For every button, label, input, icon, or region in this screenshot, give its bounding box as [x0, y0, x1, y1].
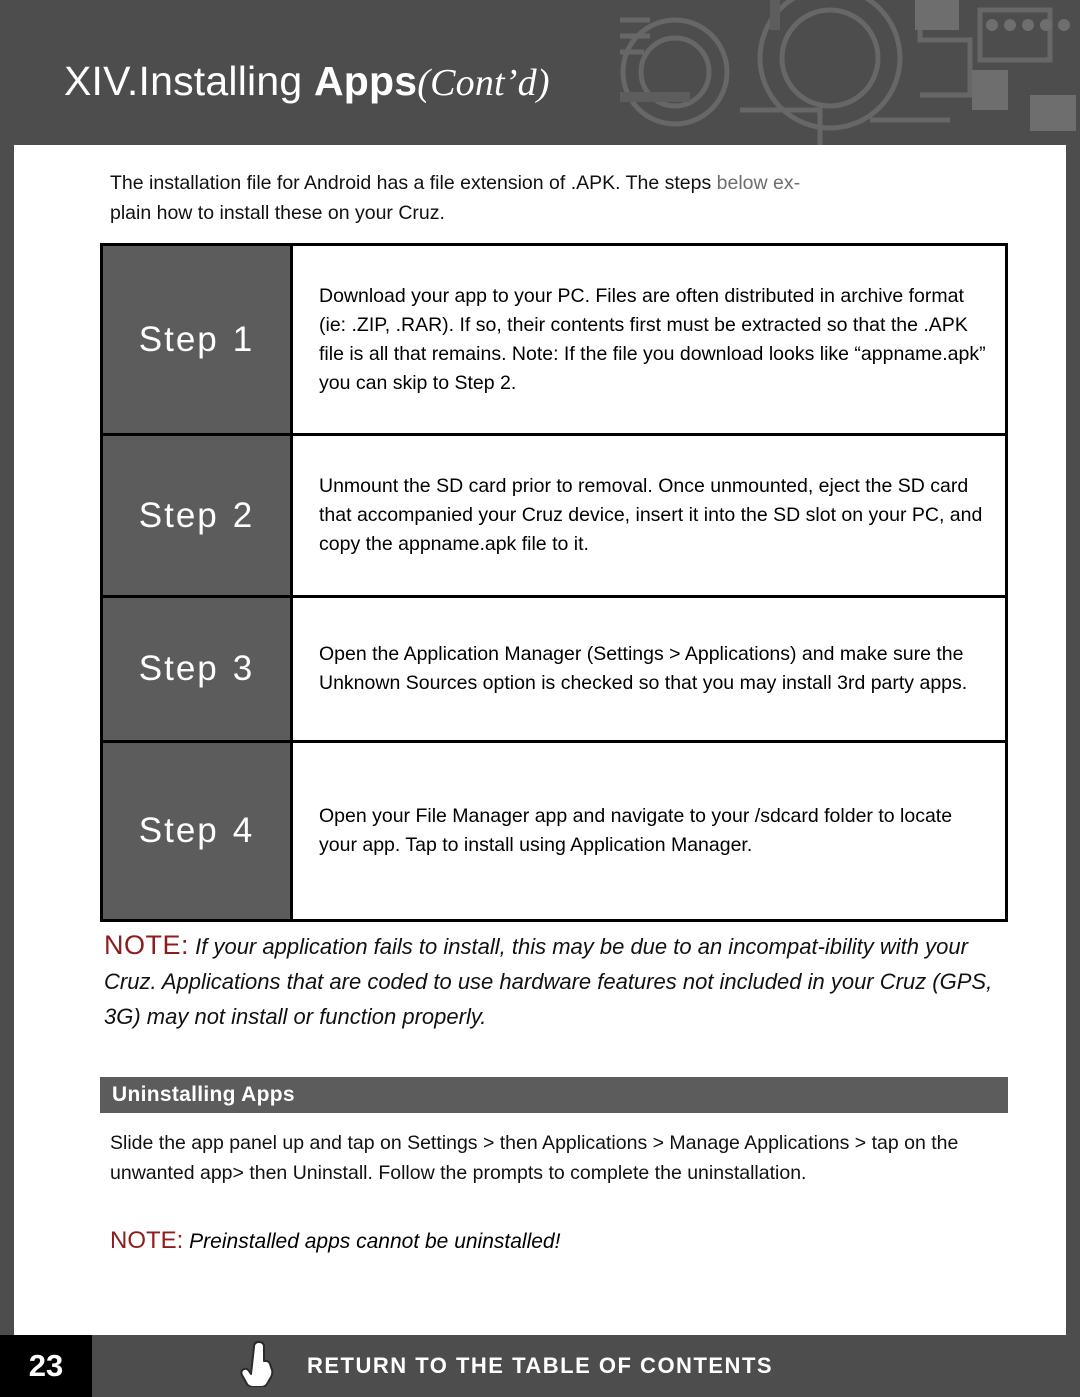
- step-text-4: Open your File Manager app and navigate …: [319, 805, 953, 856]
- return-to-contents-link[interactable]: RETURN TO THE TABLE OF CONTENTS: [0, 1335, 1080, 1397]
- note2-text: Preinstalled apps cannot be uninstalled!: [183, 1230, 561, 1253]
- step-number-3: 3: [232, 649, 255, 688]
- table-row: Step 4 Open your File Manager app and na…: [103, 743, 1005, 919]
- step-text-2: Unmount the SD card prior to removal. On…: [319, 475, 983, 555]
- note2-label: NOTE:: [110, 1227, 184, 1254]
- page-number-label: 23: [28, 1348, 64, 1383]
- page-title: XIV.Installing Apps(Cont’d): [64, 58, 550, 105]
- intro-text-1: The installation file for Android has a …: [110, 172, 717, 194]
- note-text: If your application fails to install, th…: [104, 934, 993, 1029]
- title-main: Installing: [138, 58, 314, 104]
- table-row: Step 1 Download your app to your PC. Fil…: [103, 246, 1005, 436]
- title-italic: (Cont’d): [417, 62, 550, 104]
- footer-link-label: RETURN TO THE TABLE OF CONTENTS: [306, 1353, 774, 1378]
- step-word-3: Step: [138, 649, 219, 688]
- step-text-3: Open the Application Manager (Settings >…: [319, 643, 968, 694]
- step-label-2: Step 2: [103, 436, 293, 595]
- step-word-1: Step: [138, 319, 219, 359]
- steps-table: Step 1 Download your app to your PC. Fil…: [100, 243, 1008, 922]
- note-block-2: NOTE: Preinstalled apps cannot be uninst…: [110, 1226, 990, 1257]
- table-row: Step 2 Unmount the SD card prior to remo…: [103, 436, 1005, 598]
- pointing-hand-icon: [240, 1341, 274, 1387]
- intro-text-grey: below ex-: [716, 172, 801, 194]
- subsection-body: Slide the app panel up and tap on Settin…: [110, 1132, 959, 1184]
- step-word-2: Step: [138, 495, 219, 535]
- step-number-2: 2: [232, 495, 255, 535]
- chapter-number: XIV.: [64, 58, 139, 104]
- step-label-4: Step 4: [103, 743, 293, 919]
- table-row: Step 3 Open the Application Manager (Set…: [103, 598, 1005, 743]
- intro-paragraph: The installation file for Android has a …: [110, 168, 940, 228]
- title-bold: Apps: [313, 58, 418, 104]
- note-block: NOTE: If your application fails to insta…: [104, 928, 1004, 1034]
- step-label-3: Step 3: [103, 598, 293, 740]
- page-header: XIV.Installing Apps(Cont’d): [0, 0, 1080, 145]
- step-number-1: 1: [232, 319, 255, 359]
- circuit-decoration-icon: [620, 0, 1076, 145]
- step-label-1: Step 1: [103, 246, 293, 433]
- step-text-1: Download your app to your PC. Files are …: [319, 284, 986, 394]
- step-word-4: Step: [138, 811, 219, 850]
- intro-text-2: plain how to install these on your Cruz.: [110, 202, 445, 224]
- note-label: NOTE:: [104, 930, 190, 960]
- subsection-bar: Uninstalling Apps: [100, 1077, 1008, 1113]
- step-number-4: 4: [232, 811, 255, 850]
- page-number: 23: [0, 1335, 92, 1397]
- subsection-title: Uninstalling Apps: [112, 1083, 295, 1106]
